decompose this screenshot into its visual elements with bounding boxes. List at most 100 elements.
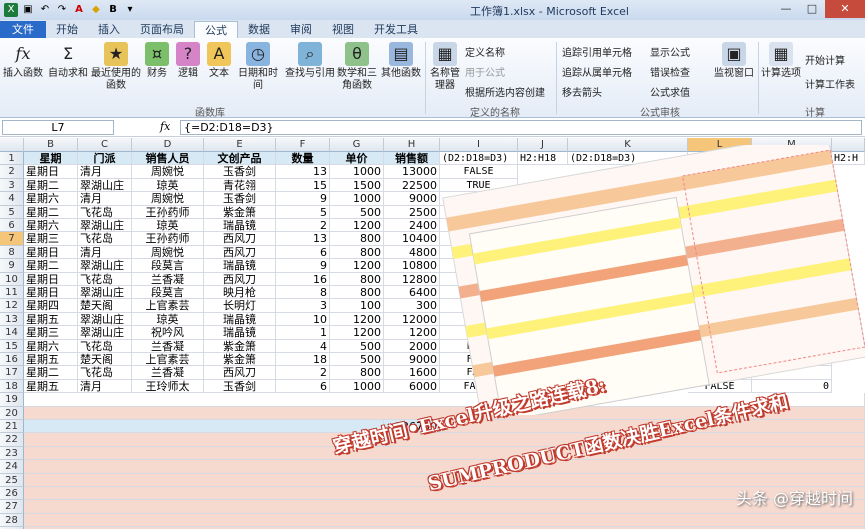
table-cell[interactable]: 800 bbox=[330, 232, 384, 246]
column-header-I[interactable]: I bbox=[440, 138, 518, 152]
row-header[interactable]: 12 bbox=[0, 299, 24, 313]
table-cell[interactable]: 4 bbox=[276, 339, 330, 353]
result-cell-I[interactable] bbox=[440, 299, 518, 313]
table-cell[interactable]: 4800 bbox=[384, 245, 440, 260]
table-cell[interactable]: 5 bbox=[276, 205, 330, 219]
result-cell-M[interactable] bbox=[752, 353, 832, 367]
result-cell-L[interactable]: FALSE bbox=[688, 379, 752, 394]
table-cell[interactable]: 星期五 bbox=[24, 312, 78, 327]
autosum-button[interactable]: Σ 自动求和 bbox=[48, 42, 88, 80]
table-cell[interactable]: 兰香凝 bbox=[132, 339, 204, 353]
table-cell[interactable]: 紫金箫 bbox=[204, 205, 276, 219]
column-header-F[interactable]: F bbox=[276, 138, 330, 152]
row-header[interactable]: 25 bbox=[0, 473, 24, 487]
maximize-button[interactable]: □ bbox=[799, 0, 825, 18]
trace-dependents-button[interactable]: 追踪从属单元格 bbox=[562, 64, 632, 79]
table-cell[interactable]: 星期日 bbox=[24, 165, 78, 179]
result-cell-L[interactable] bbox=[686, 230, 754, 248]
table-cell[interactable]: 琼英 bbox=[132, 219, 204, 233]
result-cell-I[interactable] bbox=[440, 259, 518, 273]
table-cell[interactable]: 300 bbox=[384, 299, 440, 313]
result-cell-L[interactable] bbox=[688, 272, 752, 286]
table-cell[interactable]: 星期六 bbox=[24, 219, 78, 233]
table-cell[interactable]: 玉香剑 bbox=[204, 192, 276, 206]
save-icon[interactable]: ▣ bbox=[21, 3, 35, 17]
table-cell[interactable]: 映月枪 bbox=[204, 286, 276, 300]
table-cell[interactable]: 瑞晶镜 bbox=[204, 219, 276, 233]
row-header[interactable]: 3 bbox=[0, 178, 24, 193]
result-cell-L[interactable] bbox=[688, 299, 752, 313]
empty-row[interactable] bbox=[24, 513, 865, 528]
result-cell-I[interactable]: TRUE bbox=[440, 219, 518, 233]
table-cell[interactable]: 1200 bbox=[330, 219, 384, 233]
table-cell[interactable]: 段莫言 bbox=[132, 259, 204, 273]
table-cell[interactable]: 10400 bbox=[384, 232, 440, 246]
result-cell-L[interactable] bbox=[688, 312, 752, 327]
table-cell[interactable]: 西风刀 bbox=[204, 366, 276, 380]
customize-qat-icon[interactable]: ▾ bbox=[123, 3, 137, 17]
table-cell[interactable]: 飞花岛 bbox=[78, 366, 132, 380]
tab-developer[interactable]: 开发工具 bbox=[364, 21, 428, 38]
close-button[interactable]: ✕ bbox=[825, 0, 865, 18]
calculate-sheet-button[interactable]: 计算工作表 bbox=[805, 76, 855, 91]
logical-button[interactable]: ? 逻辑 bbox=[174, 42, 202, 80]
empty-row[interactable] bbox=[24, 433, 865, 447]
table-cell[interactable]: 长明灯 bbox=[204, 299, 276, 313]
create-from-selection-button[interactable]: 根据所选内容创建 bbox=[465, 84, 545, 99]
name-manager-button[interactable]: ▦ 名称管理器 bbox=[428, 42, 462, 92]
table-cell[interactable]: 星期二 bbox=[24, 205, 78, 219]
math-trig-button[interactable]: θ 数学和三角函数 bbox=[337, 42, 377, 92]
table-cell[interactable]: 星期六 bbox=[24, 192, 78, 206]
table-cell[interactable]: 13 bbox=[276, 165, 330, 179]
result-cell-I[interactable]: FALSE bbox=[440, 232, 518, 246]
column-header-B[interactable]: B bbox=[24, 138, 78, 152]
result-cell-L[interactable] bbox=[688, 259, 752, 273]
result-cell-M[interactable] bbox=[752, 286, 832, 300]
tab-formulas[interactable]: 公式 bbox=[194, 21, 238, 38]
result-cell-I[interactable]: FALS bbox=[440, 366, 518, 380]
table-cell[interactable]: 星期五 bbox=[24, 379, 78, 394]
table-cell[interactable]: 紫金箫 bbox=[204, 339, 276, 353]
row-header[interactable]: 19 bbox=[0, 393, 24, 407]
row-header[interactable]: 27 bbox=[0, 500, 24, 514]
bold-icon[interactable]: B bbox=[106, 3, 120, 17]
table-cell[interactable]: 2 bbox=[276, 219, 330, 233]
column-header-extra[interactable] bbox=[832, 138, 865, 152]
table-cell[interactable]: 翠湖山庄 bbox=[78, 286, 132, 300]
table-cell[interactable]: 13000 bbox=[384, 165, 440, 179]
table-cell[interactable]: 星期六 bbox=[24, 339, 78, 353]
tab-review[interactable]: 审阅 bbox=[280, 21, 322, 38]
row-header[interactable]: 7 bbox=[0, 232, 24, 246]
table-cell[interactable]: 琼英 bbox=[132, 312, 204, 327]
result-cell-M[interactable] bbox=[752, 232, 832, 246]
row-header[interactable]: 15 bbox=[0, 339, 24, 353]
result-cell-M[interactable] bbox=[752, 326, 832, 340]
result-cell-M[interactable] bbox=[752, 299, 832, 313]
result-cell-L[interactable] bbox=[688, 339, 752, 353]
table-cell[interactable]: 1 bbox=[276, 326, 330, 340]
row-header[interactable]: 6 bbox=[0, 219, 24, 233]
result-cell-I[interactable]: FALS bbox=[440, 339, 518, 353]
table-cell[interactable]: 2000 bbox=[384, 339, 440, 353]
result-cell-L[interactable] bbox=[688, 245, 752, 260]
select-all-corner[interactable] bbox=[0, 138, 24, 152]
table-cell[interactable]: 周婉悦 bbox=[132, 192, 204, 206]
table-cell[interactable]: 15 bbox=[276, 178, 330, 193]
result-cell-M[interactable]: 1 bbox=[752, 178, 832, 193]
table-cell[interactable]: 9 bbox=[276, 259, 330, 273]
result-cell-M[interactable]: 0 bbox=[752, 165, 832, 179]
table-cell[interactable]: 500 bbox=[330, 339, 384, 353]
result-cell-I[interactable] bbox=[440, 272, 518, 286]
table-header-cell[interactable]: 单价 bbox=[330, 152, 384, 166]
table-cell[interactable]: 星期二 bbox=[24, 366, 78, 380]
formula-header-cell-K[interactable]: (D2:D18=D3) bbox=[568, 152, 688, 166]
table-cell[interactable]: 6400 bbox=[384, 286, 440, 300]
table-cell[interactable]: 500 bbox=[330, 353, 384, 367]
more-functions-button[interactable]: ▤ 其他函数 bbox=[380, 42, 422, 80]
date-time-button[interactable]: ◷ 日期和时间 bbox=[234, 42, 282, 92]
table-cell[interactable]: 16 bbox=[276, 272, 330, 286]
table-cell[interactable]: 翠湖山庄 bbox=[78, 259, 132, 273]
formula-header-cell-L[interactable]: D2:D18=D3 bbox=[688, 152, 752, 166]
table-cell[interactable]: 800 bbox=[330, 286, 384, 300]
table-cell[interactable]: 周婉悦 bbox=[132, 245, 204, 260]
